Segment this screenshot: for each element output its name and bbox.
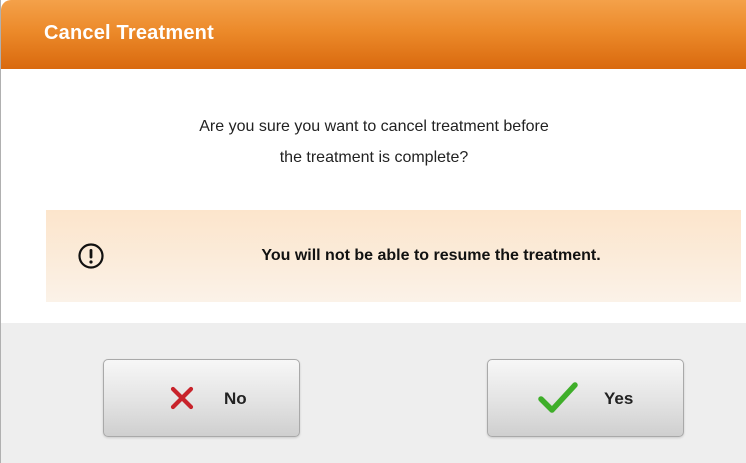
confirmation-message-line2: the treatment is complete?	[279, 149, 469, 166]
warning-banner: You will not be able to resume the treat…	[46, 210, 741, 302]
x-icon	[170, 386, 194, 410]
dialog-title: Cancel Treatment	[44, 22, 214, 44]
cancel-treatment-dialog: Cancel Treatment Are you sure you want t…	[0, 0, 746, 463]
dialog-button-bar: No Yes	[1, 323, 746, 463]
yes-button[interactable]: Yes	[487, 359, 684, 437]
dialog-title-bar: Cancel Treatment	[1, 0, 746, 69]
no-button-label: No	[224, 389, 247, 408]
checkmark-icon	[538, 382, 578, 413]
confirmation-message-line1: Are you sure you want to cancel treatmen…	[199, 118, 549, 135]
warning-text: You will not be able to resume the treat…	[261, 247, 601, 264]
yes-button-label: Yes	[604, 389, 634, 408]
no-button[interactable]: No	[103, 359, 300, 437]
